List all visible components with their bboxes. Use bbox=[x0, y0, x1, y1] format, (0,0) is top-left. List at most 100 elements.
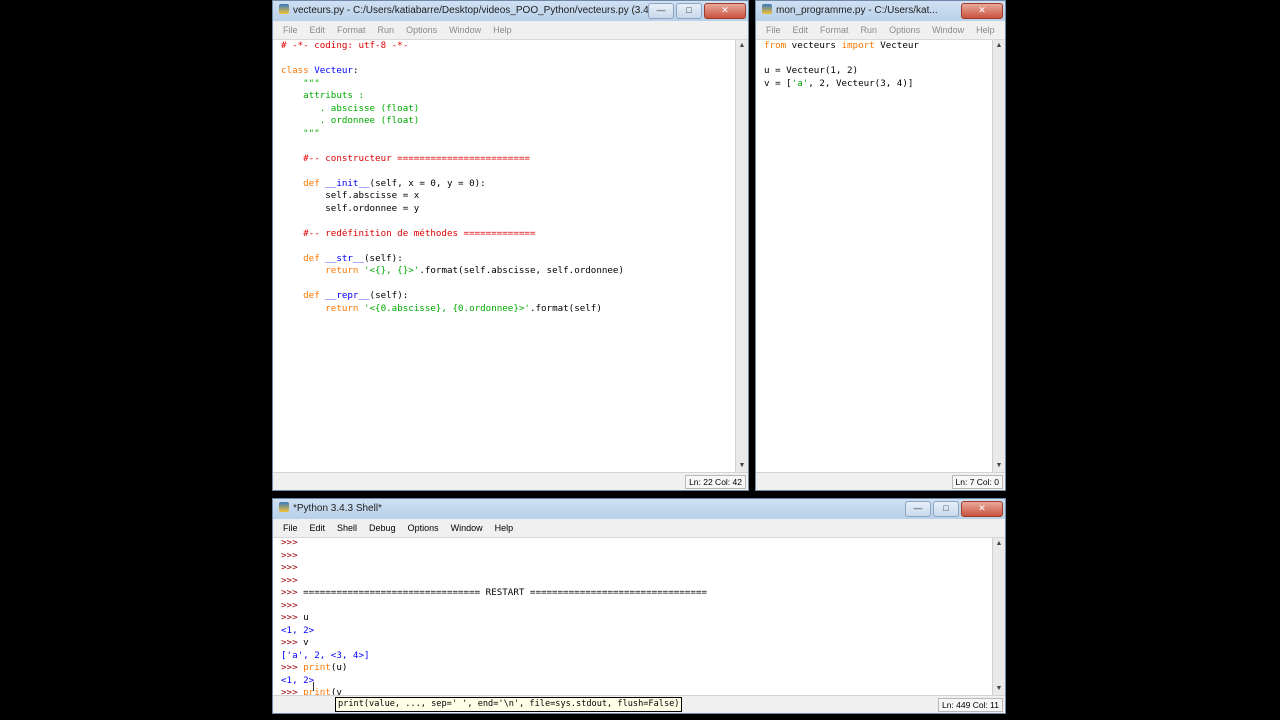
menu-item-run[interactable]: Run bbox=[855, 21, 884, 39]
vertical-scrollbar[interactable]: ▲ ▼ bbox=[735, 40, 748, 472]
python-shell-window: *Python 3.4.3 Shell* — □ ✕ File Edit Shell… bbox=[272, 498, 1006, 714]
code-token: # -*- coding: utf-8 -*- bbox=[281, 40, 409, 51]
code-token: : bbox=[352, 65, 359, 76]
maximize-button[interactable]: □ bbox=[676, 3, 702, 19]
idle-app-icon bbox=[279, 4, 289, 14]
code-line: def __str__(self): bbox=[281, 253, 734, 266]
code-line: #-- constructeur =======================… bbox=[281, 153, 734, 166]
menu-item-format[interactable]: Format bbox=[331, 21, 372, 39]
menu-item-edit[interactable]: Edit bbox=[304, 21, 332, 39]
code-line: #-- redéfinition de méthodes ===========… bbox=[281, 228, 734, 241]
menu-item-file[interactable]: File bbox=[277, 519, 304, 537]
code-token: attributs : bbox=[281, 90, 364, 101]
code-editor[interactable]: # -*- coding: utf-8 -*- class Vecteur: ""… bbox=[277, 40, 734, 472]
code-token: return bbox=[281, 265, 364, 276]
scroll-down-icon[interactable]: ▼ bbox=[736, 460, 748, 472]
menu-item-help[interactable]: Help bbox=[970, 21, 1001, 39]
shell-console[interactable]: >>> >>> >>> >>> >>> ====================… bbox=[277, 537, 991, 695]
code-line: """ bbox=[281, 78, 734, 91]
idle-app-icon bbox=[762, 4, 772, 14]
code-token: __init__ bbox=[325, 177, 370, 189]
close-button[interactable]: ✕ bbox=[961, 501, 1003, 517]
vertical-scrollbar[interactable]: ▲ ▼ bbox=[992, 538, 1005, 695]
menu-item-file[interactable]: File bbox=[760, 21, 787, 39]
scroll-up-icon[interactable]: ▲ bbox=[993, 40, 1005, 52]
menu-item-edit[interactable]: Edit bbox=[304, 519, 332, 537]
shell-line: >>> ================================ RES… bbox=[281, 587, 991, 600]
vertical-scrollbar[interactable]: ▲ ▼ bbox=[992, 40, 1005, 472]
menu-item-window[interactable]: Window bbox=[926, 21, 970, 39]
menu-item-options[interactable]: Options bbox=[400, 21, 443, 39]
shell-line: >>> u bbox=[281, 612, 991, 625]
code-token: v bbox=[303, 637, 309, 648]
menu-item-file[interactable]: File bbox=[277, 21, 304, 39]
code-token: >>> bbox=[281, 562, 304, 573]
code-line: return '<{0.abscisse}, {0.ordonnee}>'.fo… bbox=[281, 303, 734, 316]
menu-item-window[interactable]: Window bbox=[443, 21, 487, 39]
title-bar[interactable]: mon_programme.py - C:/Users/kat... ✕ bbox=[756, 1, 1005, 22]
code-token: """ bbox=[281, 127, 320, 139]
menu-item-run[interactable]: Run bbox=[372, 21, 401, 39]
code-line: """ bbox=[281, 128, 734, 141]
code-editor[interactable]: from vecteurs import Vecteur u = Vecteur(… bbox=[760, 40, 991, 472]
mouse-cursor-icon bbox=[313, 682, 314, 691]
code-token: def bbox=[281, 252, 326, 264]
menu-item-options[interactable]: Options bbox=[883, 21, 926, 39]
minimize-button[interactable]: — bbox=[648, 3, 674, 19]
code-token: >>> bbox=[281, 662, 304, 673]
menu-bar: File Edit Format Run Options Window Help bbox=[273, 21, 748, 40]
code-line: v = ['a', 2, Vecteur(3, 4)] bbox=[764, 78, 991, 91]
menu-item-shell[interactable]: Shell bbox=[331, 519, 363, 537]
code-line: def __init__(self, x = 0, y = 0): bbox=[281, 178, 734, 191]
menu-item-edit[interactable]: Edit bbox=[787, 21, 815, 39]
menu-item-window[interactable]: Window bbox=[445, 519, 489, 537]
window-title: mon_programme.py - C:/Users/kat... bbox=[776, 5, 938, 16]
code-token: __repr__ bbox=[325, 290, 370, 301]
minimize-button[interactable]: — bbox=[905, 501, 931, 517]
code-token: . ordonnee (float) bbox=[281, 115, 420, 126]
title-bar[interactable]: vecteurs.py - C:/Users/katiabarre/Deskto… bbox=[273, 1, 748, 22]
code-token: #-- constructeur =======================… bbox=[281, 152, 530, 164]
code-token: ['a', 2, <3, 4>] bbox=[281, 649, 370, 661]
status-bar: Ln: 7 Col: 0 bbox=[756, 472, 1005, 490]
shell-line: >>> bbox=[281, 575, 991, 588]
shell-line: >>> bbox=[281, 537, 991, 550]
code-token: , 2, Vecteur(3, 4)] bbox=[808, 77, 914, 89]
scroll-down-icon[interactable]: ▼ bbox=[993, 683, 1005, 695]
editor-window-mon-programme: mon_programme.py - C:/Users/kat... ✕ Fil… bbox=[755, 0, 1006, 491]
menu-item-help[interactable]: Help bbox=[487, 21, 518, 39]
menu-item-help[interactable]: Help bbox=[489, 519, 520, 537]
code-token: >>> bbox=[281, 587, 304, 598]
code-token: .format(self) bbox=[529, 302, 602, 314]
shell-line: >>> bbox=[281, 562, 991, 575]
shell-line: >>> v bbox=[281, 637, 991, 650]
title-bar[interactable]: *Python 3.4.3 Shell* — □ ✕ bbox=[273, 499, 1005, 520]
menu-item-format[interactable]: Format bbox=[814, 21, 855, 39]
code-token: def bbox=[281, 177, 326, 189]
maximize-button[interactable]: □ bbox=[933, 501, 959, 517]
code-token: from bbox=[764, 40, 792, 51]
menu-bar: File Edit Format Run Options Window Help bbox=[756, 21, 1005, 40]
scroll-up-icon[interactable]: ▲ bbox=[736, 40, 748, 52]
menu-item-debug[interactable]: Debug bbox=[363, 519, 402, 537]
shell-line: <1, 2> bbox=[281, 625, 991, 638]
code-token: (self, x = 0, y = 0): bbox=[369, 177, 486, 189]
code-token: >>> bbox=[281, 574, 304, 586]
close-button[interactable]: ✕ bbox=[704, 3, 746, 19]
shell-line: ['a', 2, <3, 4>] bbox=[281, 650, 991, 663]
code-token: <1, 2> bbox=[281, 624, 315, 636]
editor-window-vecteurs: vecteurs.py - C:/Users/katiabarre/Deskto… bbox=[272, 0, 749, 491]
code-token: (u) bbox=[330, 662, 348, 673]
scroll-down-icon[interactable]: ▼ bbox=[993, 460, 1005, 472]
shell-line: >>> bbox=[281, 600, 991, 613]
code-line: u = Vecteur(1, 2) bbox=[764, 65, 991, 78]
scroll-up-icon[interactable]: ▲ bbox=[993, 538, 1005, 550]
menu-item-options[interactable]: Options bbox=[402, 519, 445, 537]
close-button[interactable]: ✕ bbox=[961, 3, 1003, 19]
